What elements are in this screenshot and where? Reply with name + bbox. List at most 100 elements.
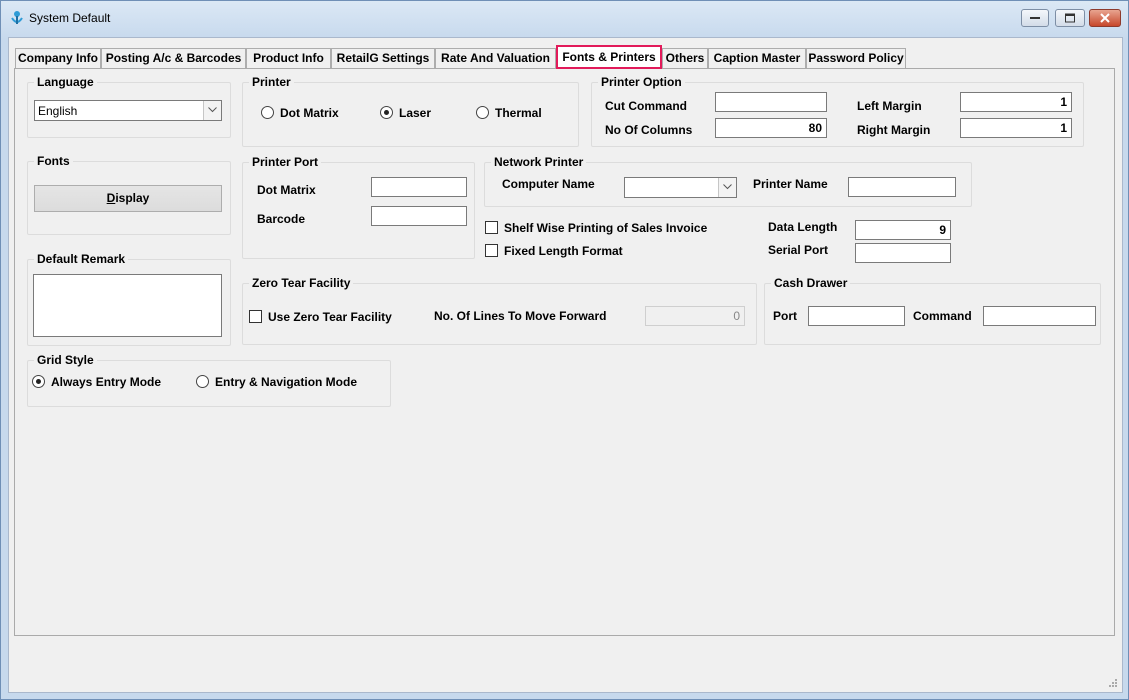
maximize-button[interactable] xyxy=(1055,9,1085,27)
data-length-input[interactable]: 9 xyxy=(855,220,951,240)
chevron-down-icon xyxy=(723,184,732,190)
tab-password-policy[interactable]: Password Policy xyxy=(806,48,906,68)
language-group-title: Language xyxy=(34,75,97,89)
fonts-group-title: Fonts xyxy=(34,154,73,168)
maximize-icon xyxy=(1065,13,1075,23)
zero-tear-group-title: Zero Tear Facility xyxy=(249,276,354,290)
default-remark-input[interactable] xyxy=(33,274,222,337)
language-dropdown-button[interactable] xyxy=(203,101,221,120)
shelf-wise-printing-checkbox[interactable]: Shelf Wise Printing of Sales Invoice xyxy=(485,221,707,235)
grid-style-group-title: Grid Style xyxy=(34,353,97,367)
fonts-group: Fonts Display xyxy=(27,154,231,235)
chevron-down-icon xyxy=(208,107,217,113)
printer-group: Printer Dot Matrix Laser Thermal xyxy=(242,75,579,147)
tab-posting-ac-barcodes[interactable]: Posting A/c & Barcodes xyxy=(101,48,246,68)
minimize-icon xyxy=(1030,17,1040,19)
title-bar[interactable]: System Default xyxy=(1,1,1128,37)
entry-navigation-mode-radio[interactable]: Entry & Navigation Mode xyxy=(196,375,357,389)
tab-caption-master[interactable]: Caption Master xyxy=(708,48,806,68)
network-printer-group-title: Network Printer xyxy=(491,155,587,169)
display-button-label: isplay xyxy=(115,191,150,205)
always-entry-mode-radio[interactable]: Always Entry Mode xyxy=(32,375,161,389)
printer-name-input[interactable] xyxy=(848,177,956,197)
cut-command-input[interactable] xyxy=(715,92,827,112)
default-remark-group-title: Default Remark xyxy=(34,252,129,266)
close-button[interactable] xyxy=(1089,9,1121,27)
app-logo-icon xyxy=(11,11,23,24)
no-of-columns-input[interactable]: 80 xyxy=(715,118,827,138)
tab-others[interactable]: Others xyxy=(662,48,708,68)
port-barcode-input[interactable] xyxy=(371,206,467,226)
left-margin-label: Left Margin xyxy=(857,99,922,113)
use-zero-tear-label: Use Zero Tear Facility xyxy=(268,310,392,324)
no-of-columns-label: No Of Columns xyxy=(605,123,693,137)
language-selected-value: English xyxy=(38,104,78,118)
always-entry-mode-label: Always Entry Mode xyxy=(51,375,162,389)
port-dot-matrix-input[interactable] xyxy=(371,177,467,197)
use-zero-tear-checkbox[interactable]: Use Zero Tear Facility xyxy=(249,310,392,324)
cut-command-label: Cut Command xyxy=(605,99,687,113)
tab-retailg-settings[interactable]: RetailG Settings xyxy=(331,48,435,68)
tab-product-info[interactable]: Product Info xyxy=(246,48,331,68)
grid-style-group: Grid Style Always Entry Mode Entry & Nav… xyxy=(27,353,391,407)
lines-to-move-forward-input[interactable]: 0 xyxy=(645,306,745,326)
data-length-label: Data Length xyxy=(768,220,838,234)
network-printer-group: Network Printer Computer Name Printer Na… xyxy=(484,155,972,207)
language-select[interactable]: English xyxy=(34,100,222,121)
language-group: Language English xyxy=(27,75,231,138)
printer-dot-matrix-label: Dot Matrix xyxy=(280,106,339,120)
printer-name-label: Printer Name xyxy=(753,177,828,191)
display-button[interactable]: Display xyxy=(34,185,222,212)
radio-selected-icon xyxy=(380,106,393,119)
cash-drawer-group-title: Cash Drawer xyxy=(771,276,851,290)
fixed-length-format-checkbox[interactable]: Fixed Length Format xyxy=(485,244,623,258)
printer-option-group-title: Printer Option xyxy=(598,75,685,89)
display-button-mnemonic: D xyxy=(106,191,116,205)
printer-option-group: Printer Option Cut Command No Of Columns… xyxy=(591,75,1084,147)
computer-name-select[interactable] xyxy=(624,177,737,198)
cash-drawer-port-input[interactable] xyxy=(808,306,905,326)
printer-dot-matrix-radio[interactable]: Dot Matrix xyxy=(261,106,339,120)
entry-navigation-mode-label: Entry & Navigation Mode xyxy=(215,375,358,389)
radio-selected-icon xyxy=(32,375,45,388)
printer-laser-radio[interactable]: Laser xyxy=(380,106,431,120)
radio-unselected-icon xyxy=(196,375,209,388)
computer-name-label: Computer Name xyxy=(502,177,595,191)
serial-port-label: Serial Port xyxy=(768,243,829,257)
serial-port-input[interactable] xyxy=(855,243,951,263)
lines-to-move-forward-label: No. Of Lines To Move Forward xyxy=(434,309,607,323)
app-window: System Default Company Info Posting A/c … xyxy=(0,0,1129,700)
printer-port-group: Printer Port Dot Matrix Barcode xyxy=(242,155,475,259)
printer-thermal-label: Thermal xyxy=(495,106,542,120)
radio-unselected-icon xyxy=(476,106,489,119)
printer-port-group-title: Printer Port xyxy=(249,155,322,169)
printer-laser-label: Laser xyxy=(399,106,432,120)
client-area: Company Info Posting A/c & Barcodes Prod… xyxy=(8,37,1123,693)
close-icon xyxy=(1100,13,1110,23)
resize-grip-icon[interactable] xyxy=(1108,678,1118,688)
checkbox-unchecked-icon xyxy=(249,310,262,323)
default-remark-group: Default Remark xyxy=(27,252,231,346)
fixed-length-format-label: Fixed Length Format xyxy=(504,244,623,258)
cash-drawer-command-label: Command xyxy=(913,309,972,323)
checkbox-unchecked-icon xyxy=(485,221,498,234)
checkbox-unchecked-icon xyxy=(485,244,498,257)
printer-group-title: Printer xyxy=(249,75,294,89)
left-margin-input[interactable]: 1 xyxy=(960,92,1072,112)
minimize-button[interactable] xyxy=(1021,9,1049,27)
shelf-wise-printing-label: Shelf Wise Printing of Sales Invoice xyxy=(504,221,708,235)
computer-name-dropdown-button[interactable] xyxy=(718,178,736,197)
zero-tear-group: Zero Tear Facility Use Zero Tear Facilit… xyxy=(242,276,757,345)
printer-thermal-radio[interactable]: Thermal xyxy=(476,106,542,120)
radio-unselected-icon xyxy=(261,106,274,119)
tab-company-info[interactable]: Company Info xyxy=(15,48,101,68)
right-margin-label: Right Margin xyxy=(857,123,931,137)
window-title: System Default xyxy=(29,11,111,25)
cash-drawer-command-input[interactable] xyxy=(983,306,1096,326)
tab-fonts-printers[interactable]: Fonts & Printers xyxy=(556,45,662,69)
port-barcode-label: Barcode xyxy=(257,212,306,226)
port-dot-matrix-label: Dot Matrix xyxy=(257,183,316,197)
tab-page-fonts-printers: Language English Fonts Display Default R… xyxy=(14,68,1115,636)
right-margin-input[interactable]: 1 xyxy=(960,118,1072,138)
tab-rate-and-valuation[interactable]: Rate And Valuation xyxy=(435,48,556,68)
